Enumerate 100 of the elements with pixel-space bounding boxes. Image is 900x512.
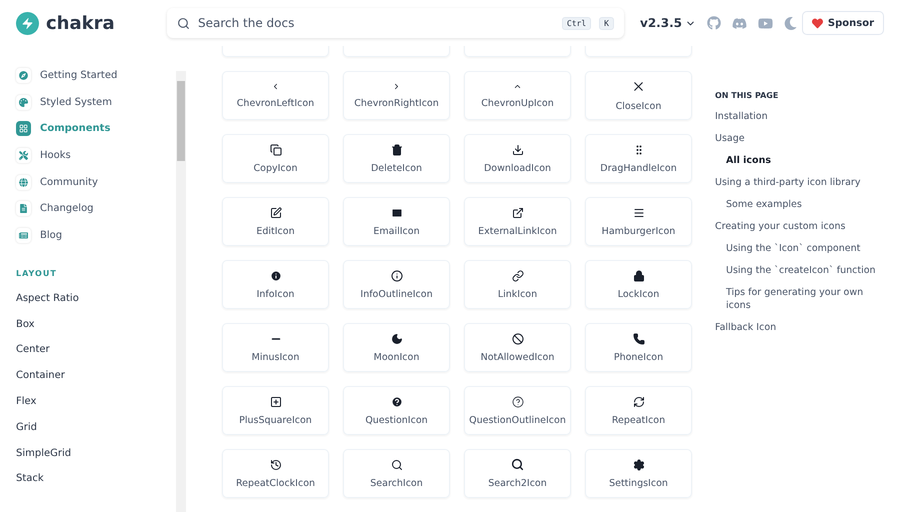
icon-card[interactable]: LinkIcon: [464, 260, 571, 309]
link-icon: [512, 270, 524, 282]
compass-icon: [16, 68, 31, 83]
sidebar-link[interactable]: Container: [16, 370, 176, 396]
icon-label: InfoOutlineIcon: [360, 288, 433, 300]
icon-card[interactable]: NotAllowedIcon: [464, 323, 571, 372]
sidebar-item[interactable]: Components: [16, 115, 176, 142]
icon-card[interactable]: InfoOutlineIcon: [343, 260, 450, 309]
heart-icon: [812, 18, 823, 28]
toc-link[interactable]: All icons: [715, 154, 890, 167]
icon-label: MinusIcon: [252, 352, 300, 362]
icon-card[interactable]: SearchIcon: [343, 449, 450, 498]
sidebar-label: Styled System: [40, 96, 112, 108]
close-icon: [631, 79, 646, 94]
sponsor-button[interactable]: Sponsor: [802, 11, 884, 35]
sidebar-link[interactable]: Aspect Ratio: [16, 292, 176, 319]
icon-card[interactable]: ChevronRightIcon: [343, 71, 450, 120]
scrollbar[interactable]: [176, 71, 186, 512]
icon-card[interactable]: DragHandleIcon: [585, 134, 692, 183]
icon-card[interactable]: InfoIcon: [222, 260, 329, 309]
globe-icon: [16, 174, 31, 190]
lock-icon: [632, 270, 644, 282]
icon-label: EditIcon: [256, 226, 295, 236]
search-field[interactable]: Search the docs Ctrl K: [167, 8, 624, 38]
palette-icon: [16, 94, 31, 110]
logo-text[interactable]: chakra: [46, 12, 115, 34]
plus-square-icon: [270, 396, 282, 408]
question-icon: [390, 396, 402, 408]
sidebar-link[interactable]: Center: [16, 344, 176, 370]
icon-label: SearchIcon: [370, 478, 423, 488]
icon-label: CopyIcon: [254, 162, 298, 174]
icon-card[interactable]: CopyIcon: [222, 134, 329, 183]
toc-link[interactable]: Using the `createIcon` function: [715, 264, 890, 277]
grid-icon: [16, 121, 31, 136]
sidebar-item[interactable]: Community: [16, 168, 176, 196]
sidebar-link[interactable]: SimpleGrid: [16, 448, 176, 474]
icon-card[interactable]: RepeatClockIcon: [222, 449, 329, 498]
search-icon: [177, 16, 190, 30]
icon-label: EmailIcon: [373, 226, 420, 236]
toc-link[interactable]: Using the `Icon` component: [715, 242, 890, 255]
toc-link[interactable]: Fallback Icon: [715, 321, 890, 334]
sidebar-item[interactable]: Blog: [16, 222, 176, 249]
menu-icon: [632, 206, 644, 218]
icon-card[interactable]: Search2Icon: [464, 449, 571, 498]
icon-card[interactable]: DeleteIcon: [343, 134, 450, 183]
chevron-left-icon: [271, 82, 280, 91]
info-icon: [270, 270, 282, 282]
icon-card[interactable]: SettingsIcon: [585, 449, 692, 498]
icon-label: DownloadIcon: [484, 162, 552, 174]
toc-link[interactable]: Tips for generating your own icons: [715, 286, 890, 312]
icon-label: MoonIcon: [374, 352, 420, 362]
toc-link[interactable]: Usage: [715, 132, 890, 145]
section-title: LAYOUT: [16, 268, 58, 280]
version-menu[interactable]: v2.3.5: [640, 16, 696, 30]
download-icon: [512, 144, 524, 156]
sidebar-item[interactable]: Changelog: [16, 195, 176, 222]
icon-card[interactable]: MinusIcon: [222, 323, 329, 372]
trash-icon: [390, 144, 402, 156]
icon-card[interactable]: DownloadIcon: [464, 134, 571, 183]
icon-card[interactable]: LockIcon: [585, 260, 692, 309]
icon-card[interactable]: EmailIcon: [343, 197, 450, 246]
icon-card[interactable]: QuestionOutlineIcon: [464, 386, 571, 435]
icon-label: RepeatIcon: [612, 414, 666, 426]
github-icon[interactable]: [707, 16, 721, 30]
external-link-icon: [512, 206, 524, 218]
icon-card[interactable]: PhoneIcon: [585, 323, 692, 372]
icon-card[interactable]: ExternalLinkIcon: [464, 197, 571, 246]
icon-card[interactable]: CloseIcon: [585, 71, 692, 120]
icon-card[interactable]: HamburgerIcon: [585, 197, 692, 246]
icon-label: QuestionIcon: [365, 414, 428, 426]
icon-card[interactable]: ChevronUpIcon: [464, 71, 571, 120]
moon-icon[interactable]: [784, 16, 797, 30]
sidebar-label: Changelog: [40, 203, 94, 214]
sidebar-item[interactable]: Getting Started: [16, 62, 176, 89]
copy-icon: [270, 144, 282, 156]
sidebar-item[interactable]: Hooks: [16, 142, 176, 169]
logo-icon[interactable]: [16, 12, 39, 34]
icon-card[interactable]: ChevronLeftIcon: [222, 71, 329, 120]
icon-card[interactable]: RepeatIcon: [585, 386, 692, 435]
toc-link[interactable]: Using a third-party icon library: [715, 176, 890, 189]
icon-card[interactable]: MoonIcon: [343, 323, 450, 372]
youtube-icon[interactable]: [758, 16, 773, 30]
sidebar-link[interactable]: Grid: [16, 422, 176, 448]
keyboard-key: Ctrl: [562, 16, 592, 30]
icon-label: HamburgerIcon: [602, 226, 676, 236]
icon-card[interactable]: EditIcon: [222, 197, 329, 246]
sidebar-link[interactable]: Flex: [16, 396, 176, 422]
icon-card[interactable]: QuestionIcon: [343, 386, 450, 435]
icon-card[interactable]: PlusSquareIcon: [222, 386, 329, 435]
sidebar-link[interactable]: Stack: [16, 473, 176, 500]
toc-link[interactable]: Some examples: [715, 198, 890, 211]
tools-icon: [16, 148, 31, 163]
sidebar-label: Hooks: [40, 150, 71, 161]
discord-icon[interactable]: [732, 16, 747, 30]
sidebar-link[interactable]: Box: [16, 318, 176, 344]
icon-label: Search2Icon: [488, 478, 547, 489]
toc-link[interactable]: Installation: [715, 110, 890, 123]
sidebar-item[interactable]: Styled System: [16, 88, 176, 116]
icon-label: SettingsIcon: [609, 478, 668, 488]
toc-link[interactable]: Creating your custom icons: [715, 220, 890, 233]
